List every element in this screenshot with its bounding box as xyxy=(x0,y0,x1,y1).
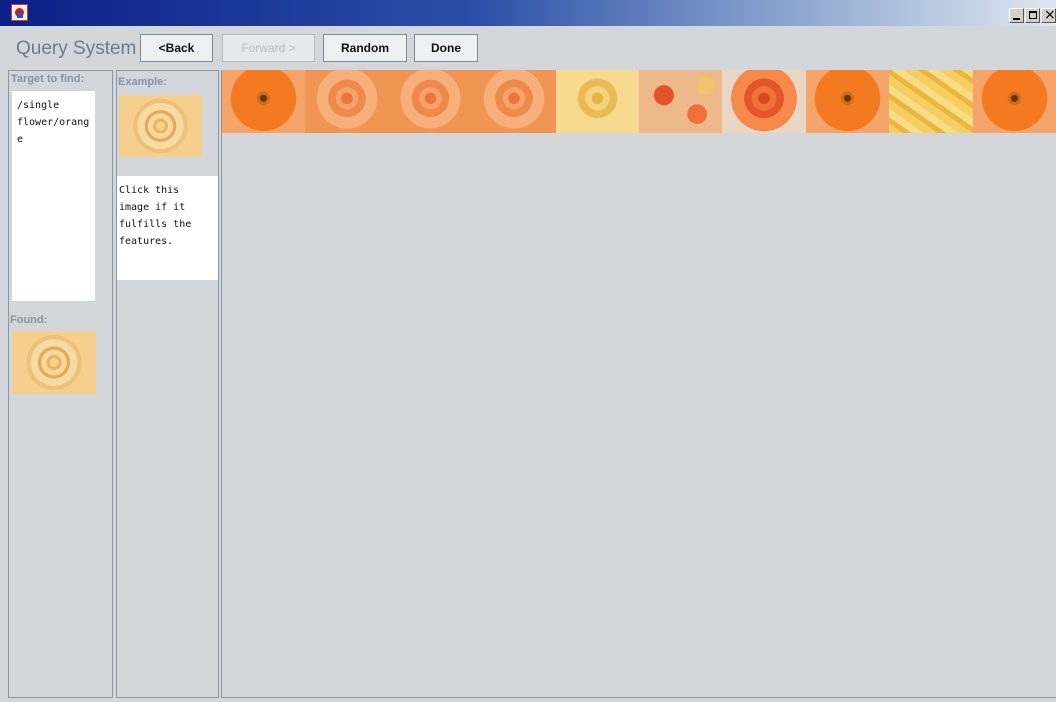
example-instruction: Click this image if it fulfills the feat… xyxy=(117,176,218,280)
result-image[interactable] xyxy=(805,70,890,133)
result-image[interactable] xyxy=(972,70,1056,133)
result-image[interactable] xyxy=(472,70,556,133)
result-image[interactable] xyxy=(388,70,473,133)
java-app-icon xyxy=(11,4,28,21)
result-image[interactable] xyxy=(222,70,306,133)
close-button[interactable]: × xyxy=(1041,7,1056,23)
forward-button[interactable]: Forward > xyxy=(222,34,315,62)
target-panel: Target to find: /single flower/orang e F… xyxy=(8,70,113,698)
example-label: Example: xyxy=(118,76,167,88)
result-image[interactable] xyxy=(638,70,723,133)
maximize-icon xyxy=(1029,11,1037,19)
result-image[interactable] xyxy=(889,70,973,133)
back-button[interactable]: <Back xyxy=(140,34,213,62)
results-panel xyxy=(221,70,1056,698)
minimize-icon xyxy=(1013,18,1020,20)
close-icon: × xyxy=(1044,7,1056,23)
done-button[interactable]: Done xyxy=(414,34,478,62)
maximize-button[interactable] xyxy=(1025,8,1040,23)
result-image[interactable] xyxy=(555,70,639,133)
random-button[interactable]: Random xyxy=(323,34,407,62)
found-label: Found: xyxy=(10,314,48,326)
toolbar: Query System <Back Forward > Random Done xyxy=(0,26,1056,70)
found-image[interactable] xyxy=(12,331,96,394)
window-controls: × xyxy=(1008,7,1056,24)
results-strip xyxy=(222,70,1056,133)
result-image[interactable] xyxy=(305,70,389,133)
example-image[interactable] xyxy=(119,95,202,157)
target-label: Target to find: xyxy=(11,73,85,85)
result-image[interactable] xyxy=(722,70,806,133)
minimize-button[interactable] xyxy=(1009,8,1024,23)
title-bar: × xyxy=(0,0,1056,26)
target-text-area[interactable]: /single flower/orang e xyxy=(12,91,95,301)
app-title: Query System xyxy=(16,38,137,59)
example-panel: Example: Click this image if it fulfills… xyxy=(116,70,219,698)
